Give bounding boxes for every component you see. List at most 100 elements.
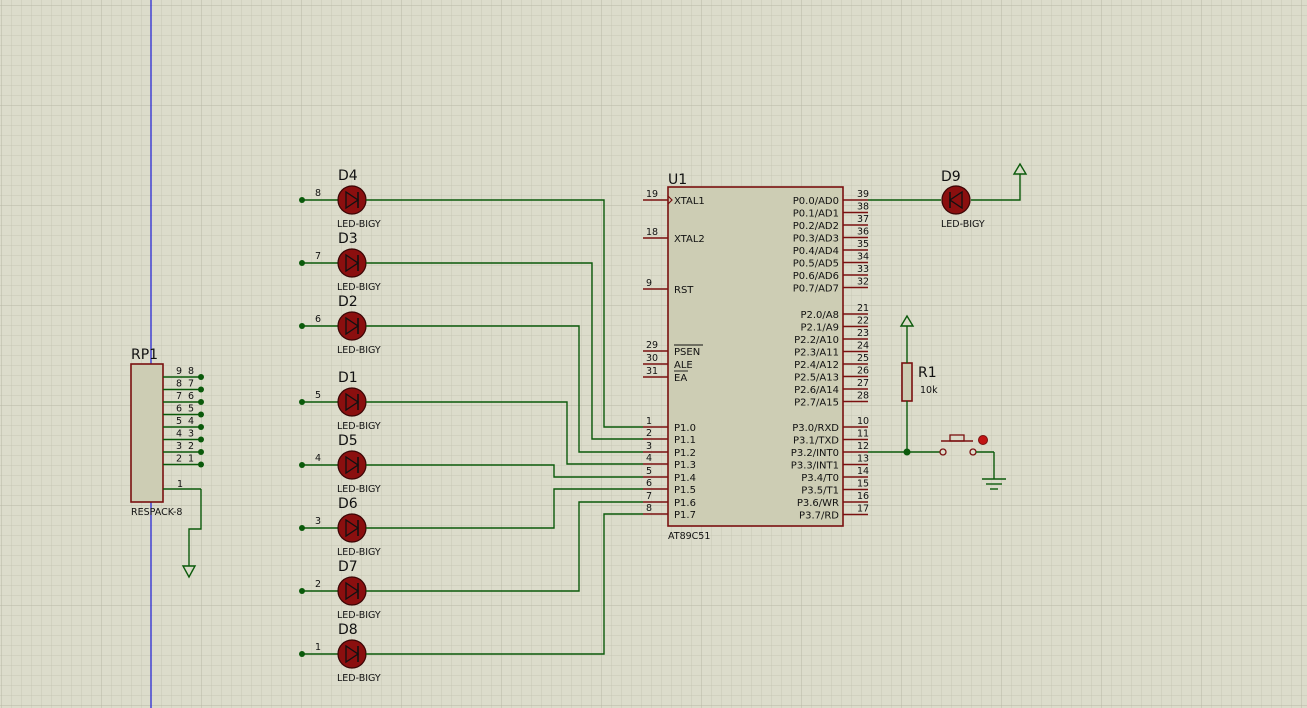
respack-pin-terminal[interactable] — [198, 461, 204, 468]
respack-pin-number: 7 — [176, 391, 182, 402]
pin-number: 36 — [857, 227, 869, 238]
led-part-label: LED-BIGY — [337, 673, 381, 684]
led-ref-label: D5 — [338, 433, 358, 449]
pin-number: 30 — [646, 353, 658, 364]
pin-number: 16 — [857, 491, 869, 502]
led-ref-label: D2 — [338, 294, 358, 310]
pin-number: 25 — [857, 353, 869, 364]
net-label: 2 — [315, 579, 321, 590]
pin-number: 19 — [646, 189, 658, 200]
respack-pin-number: 8 — [188, 366, 194, 377]
net-label: 8 — [315, 188, 321, 199]
led-ref-label: D1 — [338, 370, 358, 386]
respack-pin-number: 3 — [176, 441, 182, 452]
pin-number: 39 — [857, 189, 869, 200]
led-part-label: LED-BIGY — [337, 219, 381, 230]
pin-number: 31 — [646, 366, 658, 377]
pin-name: ALE — [674, 360, 693, 371]
net-label: 6 — [315, 314, 321, 325]
respack-pin-terminal[interactable] — [198, 399, 204, 405]
respack-pin-number: 4 — [188, 416, 194, 427]
switch-actuator-icon[interactable] — [978, 435, 988, 445]
pin-name: P2.6/A14 — [794, 385, 839, 396]
respack-part-label: RESPACK-8 — [131, 507, 182, 518]
respack-pin-number: 6 — [188, 391, 194, 402]
respack-body — [130, 363, 164, 503]
pin-number: 3 — [646, 441, 652, 452]
pin-name: P2.4/A12 — [794, 360, 839, 371]
pin-name: P3.2/INT0 — [791, 448, 839, 459]
led-part-label: LED-BIGY — [337, 345, 381, 356]
pin-number: 32 — [857, 277, 869, 288]
net-label: 5 — [315, 390, 321, 401]
pin-name: P1.2 — [674, 448, 696, 459]
pin-number: 2 — [646, 428, 652, 439]
led-part-label: LED-BIGY — [337, 421, 381, 432]
pin-name: XTAL2 — [674, 234, 705, 245]
pin-name: P0.0/AD0 — [793, 196, 839, 207]
pin-number: 4 — [646, 453, 652, 464]
pin-number: 24 — [857, 341, 869, 352]
pin-name: P2.7/A15 — [794, 398, 839, 409]
pin-name: P0.4/AD4 — [793, 246, 839, 257]
respack-common-pin-number: 1 — [177, 479, 183, 490]
pin-number: 14 — [857, 466, 869, 477]
respack-pin-number: 8 — [176, 379, 182, 390]
respack-pin-terminal[interactable] — [198, 374, 204, 380]
pin-number: 9 — [646, 278, 652, 289]
pin-name: EA — [674, 373, 687, 384]
pin-number: 18 — [646, 227, 658, 238]
pin-name: P1.1 — [674, 435, 696, 446]
pin-name: P0.7/AD7 — [793, 284, 839, 295]
pin-name: P2.5/A13 — [794, 373, 839, 384]
switch-contact-right — [969, 448, 977, 456]
pin-number: 28 — [857, 391, 869, 402]
respack-pin-number: 5 — [188, 404, 194, 415]
led-ref-label: D6 — [338, 496, 358, 512]
pin-number: 27 — [857, 378, 869, 389]
pin-name: P3.4/T0 — [801, 473, 839, 484]
pin-number: 34 — [857, 252, 869, 263]
pin-number: 15 — [857, 479, 869, 490]
respack-ref-label: RP1 — [131, 347, 158, 363]
net-label: 4 — [315, 453, 321, 464]
led-d9-ref: D9 — [941, 169, 961, 185]
pin-number: 17 — [857, 504, 869, 515]
respack-pin-terminal[interactable] — [198, 449, 204, 455]
respack-pin-terminal[interactable] — [198, 411, 204, 418]
respack-pin-number: 4 — [176, 429, 182, 440]
respack-pin-terminal[interactable] — [198, 386, 204, 393]
respack-pin-number: 1 — [188, 454, 194, 465]
led-ref-label: D3 — [338, 231, 358, 247]
led-part-label: LED-BIGY — [337, 610, 381, 621]
pin-name: P3.5/T1 — [801, 486, 839, 497]
pin-name: P1.4 — [674, 473, 696, 484]
resistor-r1-body — [901, 362, 913, 402]
pin-name: P3.0/RXD — [792, 423, 839, 434]
pin-name: P0.5/AD5 — [793, 259, 839, 270]
respack-pin-terminal[interactable] — [198, 436, 204, 443]
pin-name: PSEN — [674, 347, 700, 358]
pin-name: P3.3/INT1 — [791, 461, 839, 472]
pin-number: 33 — [857, 264, 869, 275]
pin-number: 37 — [857, 214, 869, 225]
net-label: 7 — [315, 251, 321, 262]
schematic-canvas[interactable]: RP1 9 88 77 66 55 44 33 22 1 1 RESPACK-8 8D4LED-… — [0, 0, 1307, 708]
mcu-part-label: AT89C51 — [668, 531, 710, 542]
pin-number: 1 — [646, 416, 652, 427]
respack-pin-number: 2 — [188, 441, 194, 452]
mcu-ref-label: U1 — [668, 172, 687, 188]
switch-contact-left — [939, 448, 947, 456]
pin-number: 35 — [857, 239, 869, 250]
pin-number: 13 — [857, 454, 869, 465]
pin-number: 29 — [646, 340, 658, 351]
pin-name: P3.1/TXD — [793, 436, 839, 447]
respack-pin-number: 9 — [176, 366, 182, 377]
pin-number: 12 — [857, 441, 869, 452]
respack-pin-terminal[interactable] — [198, 424, 204, 430]
pin-name: P2.1/A9 — [800, 323, 839, 334]
mcu-u1[interactable]: U1 19 XTAL1 18 XTAL2 9 RST 29 PSEN 30 ALE 31 EA 1 P1.… — [643, 172, 869, 542]
pin-number: 22 — [857, 316, 869, 327]
led-d9-part: LED-BIGY — [941, 219, 985, 230]
pin-name: P3.6/WR — [797, 498, 839, 509]
